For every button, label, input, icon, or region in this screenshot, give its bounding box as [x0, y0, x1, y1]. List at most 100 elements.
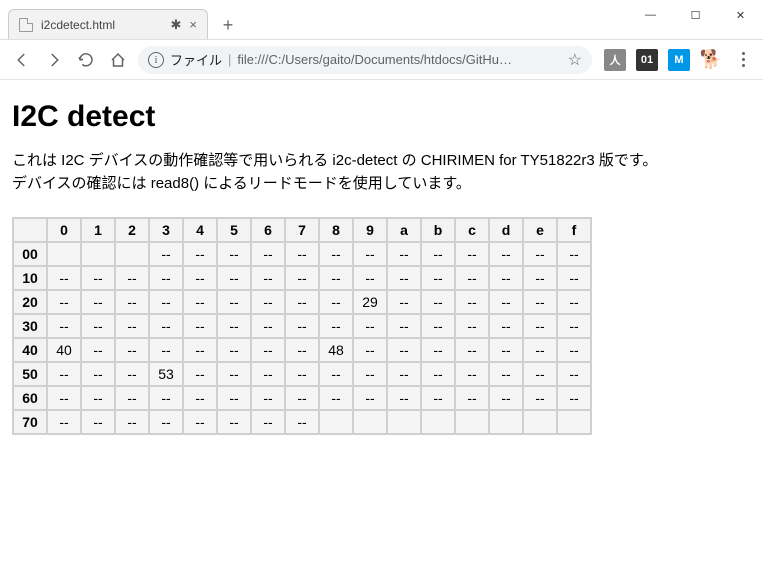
table-cell: --: [47, 314, 81, 338]
table-cell: --: [115, 314, 149, 338]
row-header: 00: [13, 242, 47, 266]
col-header: f: [557, 218, 591, 242]
table-cell: --: [149, 314, 183, 338]
maximize-button[interactable]: ☐: [673, 0, 718, 30]
table-row: 60--------------------------------: [13, 386, 591, 410]
table-cell: --: [217, 362, 251, 386]
bluetooth-icon: ✱: [171, 17, 182, 33]
table-cell: --: [285, 266, 319, 290]
col-header: 4: [183, 218, 217, 242]
back-button[interactable]: [10, 48, 34, 72]
table-cell: --: [421, 362, 455, 386]
table-cell: --: [489, 386, 523, 410]
table-cell: --: [115, 410, 149, 434]
table-cell: --: [421, 386, 455, 410]
col-header: 5: [217, 218, 251, 242]
table-cell: --: [455, 266, 489, 290]
table-cell: --: [319, 386, 353, 410]
table-cell: --: [47, 386, 81, 410]
extension-01-icon[interactable]: 01: [636, 49, 658, 71]
table-cell: --: [47, 362, 81, 386]
table-cell: --: [285, 386, 319, 410]
address-path: file:///C:/Users/gaito/Documents/htdocs/…: [237, 52, 561, 67]
extension-pdf-icon[interactable]: 人: [604, 49, 626, 71]
table-cell: --: [455, 314, 489, 338]
col-header: a: [387, 218, 421, 242]
table-cell: --: [523, 242, 557, 266]
extension-dog-icon[interactable]: 🐕: [700, 49, 722, 71]
i2c-table: 0123456789abcdef 00---------------------…: [12, 217, 592, 435]
browser-tab[interactable]: i2cdetect.html ✱ ×: [8, 9, 208, 39]
table-cell: --: [183, 386, 217, 410]
table-cell: --: [217, 338, 251, 362]
table-cell: --: [81, 290, 115, 314]
table-cell: --: [319, 362, 353, 386]
table-cell: --: [319, 314, 353, 338]
table-cell: --: [81, 410, 115, 434]
table-cell: --: [81, 266, 115, 290]
table-cell: --: [115, 338, 149, 362]
table-cell: --: [115, 290, 149, 314]
browser-menu-button[interactable]: [734, 52, 753, 67]
tab-title: i2cdetect.html: [41, 18, 163, 32]
row-header: 70: [13, 410, 47, 434]
table-cell: --: [489, 338, 523, 362]
extension-m-icon[interactable]: M: [668, 49, 690, 71]
table-row: 70----------------: [13, 410, 591, 434]
table-cell: --: [421, 242, 455, 266]
site-info-icon[interactable]: i: [148, 52, 164, 68]
table-cell: --: [455, 362, 489, 386]
table-cell: --: [285, 242, 319, 266]
tab-close-button[interactable]: ×: [189, 17, 197, 32]
table-body: 00--------------------------10----------…: [13, 242, 591, 434]
table-cell: --: [387, 314, 421, 338]
minimize-button[interactable]: —: [628, 0, 673, 30]
table-cell: --: [387, 266, 421, 290]
table-cell: --: [489, 266, 523, 290]
table-cell: --: [217, 266, 251, 290]
table-cell: --: [115, 386, 149, 410]
home-button[interactable]: [106, 48, 130, 72]
desc-line-1: これは I2C デバイスの動作確認等で用いられる i2c-detect の CH…: [12, 152, 657, 169]
bookmark-star-icon[interactable]: ☆: [568, 50, 582, 70]
table-cell: --: [557, 266, 591, 290]
table-row: 10--------------------------------: [13, 266, 591, 290]
table-cell: --: [455, 338, 489, 362]
table-cell: [421, 410, 455, 434]
table-cell: --: [387, 386, 421, 410]
row-header: 50: [13, 362, 47, 386]
table-cell: --: [251, 242, 285, 266]
table-cell: --: [47, 410, 81, 434]
page-content: I2C detect これは I2C デバイスの動作確認等で用いられる i2c-…: [0, 80, 763, 447]
table-cell: 40: [47, 338, 81, 362]
col-header: 0: [47, 218, 81, 242]
table-cell: --: [81, 386, 115, 410]
table-cell: [387, 410, 421, 434]
table-cell: [353, 410, 387, 434]
table-cell: --: [149, 290, 183, 314]
table-cell: --: [183, 242, 217, 266]
table-cell: --: [183, 362, 217, 386]
table-cell: [523, 410, 557, 434]
table-cell: 48: [319, 338, 353, 362]
table-cell: --: [81, 362, 115, 386]
table-cell: [455, 410, 489, 434]
close-window-button[interactable]: ✕: [718, 0, 763, 30]
table-cell: --: [183, 266, 217, 290]
table-cell: --: [523, 290, 557, 314]
table-cell: --: [251, 362, 285, 386]
window-controls: — ☐ ✕: [628, 0, 763, 30]
table-cell: --: [557, 290, 591, 314]
table-cell: [319, 410, 353, 434]
table-row: 4040--------------48--------------: [13, 338, 591, 362]
address-bar[interactable]: i ファイル | file:///C:/Users/gaito/Document…: [138, 46, 592, 74]
table-cell: --: [557, 314, 591, 338]
forward-button[interactable]: [42, 48, 66, 72]
table-cell: --: [523, 386, 557, 410]
table-cell: --: [217, 290, 251, 314]
new-tab-button[interactable]: +: [214, 11, 242, 39]
reload-button[interactable]: [74, 48, 98, 72]
table-cell: --: [353, 314, 387, 338]
row-header: 60: [13, 386, 47, 410]
table-cell: [557, 410, 591, 434]
